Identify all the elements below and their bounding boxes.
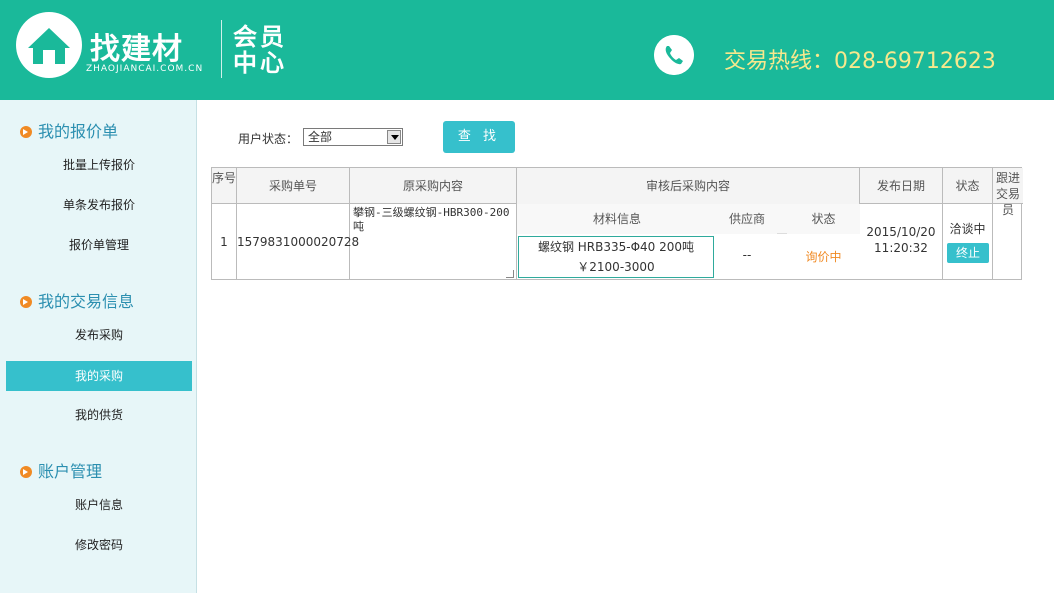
dropdown-arrow-icon[interactable] [387,130,401,144]
material-price: ￥2100-3000 [577,260,655,274]
header-original-content: 原采购内容 [350,168,517,204]
subheader-material: 材料信息 [517,204,717,234]
row-follow-trader [993,204,1023,280]
material-info-box: 螺纹钢 HRB335-Φ40 200吨 ￥2100-3000 [518,236,714,278]
row-publish-date: 2015/10/20 11:20:32 [860,204,943,280]
user-status-value: 全部 [308,130,333,144]
sidebar: 我的报价单 批量上传报价 单条发布报价 报价单管理 我的交易信息 发布采购 我的… [0,100,197,593]
sidebar-section-title: 账户管理 [38,462,103,481]
member-center-title: 会员中心 [233,23,287,77]
header-follow-trader: 跟进交易员 [993,168,1023,217]
header-status: 状态 [943,168,993,204]
arrow-bullet-icon [20,466,32,478]
row-seq: 1 [212,204,237,280]
sidebar-item-my-supply[interactable]: 我的供货 [6,400,192,430]
supplier-value: -- [742,248,752,262]
resize-grip-icon[interactable] [506,270,514,278]
sidebar-section-quotes[interactable]: 我的报价单 [20,118,118,142]
original-content-text: 攀钢-三级螺纹钢-HBR300-200吨 [353,206,510,233]
phone-icon [654,35,694,75]
sidebar-section-title: 我的报价单 [38,122,119,141]
header-seq: 序号 [212,168,237,204]
subheader-supplier: 供应商 [717,204,777,234]
sidebar-item-publish-purchase[interactable]: 发布采购 [6,320,192,350]
publish-time: 11:20:32 [874,241,928,255]
logo-text[interactable]: 找建材 [90,24,183,68]
row-status: 洽谈中 [943,204,993,280]
sidebar-item-quote-manage[interactable]: 报价单管理 [6,230,192,260]
sidebar-section-account[interactable]: 账户管理 [20,458,102,482]
sidebar-section-title: 我的交易信息 [38,292,135,311]
header-publish-date: 发布日期 [860,168,943,204]
user-status-label: 用户状态： [238,132,299,146]
sidebar-item-batch-upload[interactable]: 批量上传报价 [6,150,192,180]
sidebar-section-trade[interactable]: 我的交易信息 [20,288,134,312]
header-divider [221,20,222,78]
header-order-no: 采购单号 [237,168,350,204]
subheader-status: 状态 [787,204,860,234]
site-header: 找建材 ZHAOJIANCAI.COM.CN 会员中心 交易热线：028-697… [0,0,1054,100]
row-order-no: 1579831000020728 [237,204,359,280]
sidebar-item-my-purchase[interactable]: 我的采购 [6,361,192,391]
sidebar-item-change-password[interactable]: 修改密码 [6,530,192,560]
terminate-button[interactable]: 终止 [947,243,989,263]
arrow-bullet-icon [20,126,32,138]
publish-date: 2015/10/20 [866,225,936,239]
hotline-text: 交易热线：028-69712623 [724,49,996,74]
original-content-textarea[interactable]: 攀钢-三级螺纹钢-HBR300-200吨 [350,204,517,280]
user-status-select[interactable]: 全部 [303,128,403,146]
house-logo-icon[interactable] [16,12,82,78]
search-button[interactable]: 查 找 [443,121,515,153]
arrow-bullet-icon [20,296,32,308]
sidebar-item-account-info[interactable]: 账户信息 [6,490,192,520]
header-reviewed-content: 审核后采购内容 [517,168,860,204]
inquiry-status: 询价中 [805,250,842,264]
material-spec: 螺纹钢 HRB335-Φ40 200吨 [537,240,695,254]
negotiation-status: 洽谈中 [949,222,986,236]
reviewed-subheader: 材料信息 供应商 状态 [517,204,860,234]
logo-domain: ZHAOJIANCAI.COM.CN [86,64,204,74]
sidebar-item-single-publish[interactable]: 单条发布报价 [6,190,192,220]
purchase-table: 序号 采购单号 原采购内容 审核后采购内容 发布日期 状态 跟进交易员 1 15… [211,167,1023,280]
